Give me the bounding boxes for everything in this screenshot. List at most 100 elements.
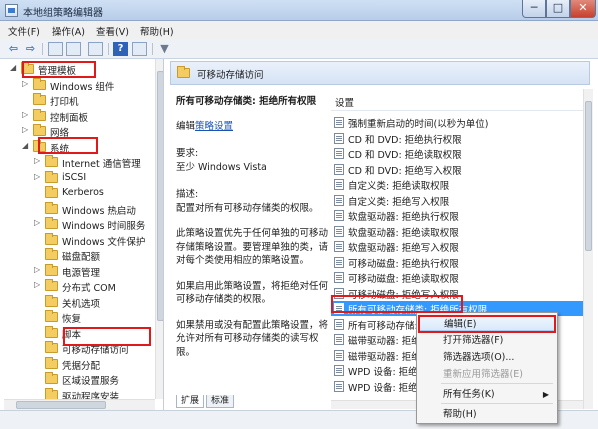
close-button[interactable]: ✕	[570, 0, 596, 18]
expand-arrow-icon[interactable]: ◢	[10, 63, 18, 72]
tree-item-label: 磁盘配额	[62, 252, 101, 263]
setting-row[interactable]: 自定义类: 拒绝读取权限	[331, 177, 583, 192]
policy-setting-icon	[334, 256, 344, 268]
policy-setting-icon	[334, 179, 344, 190]
setting-row[interactable]: 强制重新启动的时间(以秒为单位)	[331, 115, 583, 130]
filter-icon[interactable]: ▼	[157, 42, 172, 56]
tree-item-label: Kerberos	[62, 187, 104, 198]
description-pane: 所有可移动存储类: 拒绝所有权限 编辑策略设置 要求: 至少 Windows V…	[176, 95, 328, 400]
folder-icon	[33, 77, 46, 90]
policy-setting-icon	[334, 349, 344, 361]
folder-icon	[21, 62, 34, 74]
policy-setting-icon	[334, 303, 344, 314]
context-menu-item[interactable]: 筛选器选项(O)...	[419, 350, 555, 365]
forward-arrow-icon[interactable]: ⇨	[23, 42, 38, 56]
context-menu-item[interactable]: 编辑(E)	[419, 316, 555, 331]
toolbar-separator	[108, 43, 109, 55]
expand-arrow-icon[interactable]: ▷	[22, 125, 30, 134]
setting-label: 强制重新启动的时间(以秒为单位)	[348, 119, 489, 130]
menu-view[interactable]: 查看(V)	[96, 24, 129, 38]
show-tree-icon[interactable]	[66, 42, 81, 56]
folder-icon	[33, 108, 46, 121]
setting-row[interactable]: 可移动磁盘: 拒绝执行权限	[331, 255, 583, 270]
folder-icon	[45, 279, 58, 291]
description-text: 配置对所有可移动存储类的权限。	[176, 202, 319, 214]
help-icon[interactable]: ?	[113, 42, 128, 56]
folder-icon	[45, 217, 58, 229]
policy-setting-icon	[334, 117, 344, 128]
menu-file[interactable]: 文件(F)	[8, 24, 40, 38]
setting-row[interactable]: CD 和 DVD: 拒绝执行权限	[331, 131, 583, 146]
expand-arrow-icon[interactable]: ▷	[22, 79, 30, 88]
context-menu-label: 帮助(H)	[443, 409, 477, 420]
tree-horizontal-scrollbar[interactable]	[4, 399, 155, 410]
settings-column-header[interactable]: 设置	[331, 95, 583, 111]
context-menu-item[interactable]: 帮助(H)	[419, 407, 555, 422]
folder-icon	[45, 356, 58, 369]
description-text: 如果启用此策略设置，将拒绝对任何可移动存储类的权限。	[176, 280, 329, 306]
setting-row[interactable]: 软盘驱动器: 拒绝读取权限	[331, 224, 583, 239]
setting-label: 软盘驱动器: 拒绝读取权限	[348, 227, 459, 239]
setting-row[interactable]: 软盘驱动器: 拒绝执行权限	[331, 208, 583, 223]
expand-arrow-icon[interactable]: ▷	[22, 110, 30, 119]
folder-icon	[45, 372, 58, 384]
policy-setting-icon	[334, 148, 344, 159]
folder-icon	[177, 66, 190, 78]
expand-arrow-icon[interactable]: ▷	[34, 218, 42, 227]
edit-policy-link[interactable]: 策略设置	[195, 121, 233, 132]
context-menu-item[interactable]: 所有任务(K) ▶	[419, 387, 555, 402]
description-text: 此策略设置优先于任何单独的可移动存储策略设置。要管理单独的类，请对每个类使用相应…	[176, 228, 329, 266]
context-menu-item: 重新应用筛选器(E)	[419, 367, 555, 382]
setting-row[interactable]: 可移动磁盘: 拒绝写入权限	[331, 286, 583, 301]
setting-row[interactable]: 软盘驱动器: 拒绝写入权限	[331, 239, 583, 254]
tree-item-label: Windows 热启动	[62, 205, 136, 217]
tree-item-label: 管理模板	[38, 66, 77, 77]
folder-icon	[45, 325, 58, 338]
setting-row[interactable]: CD 和 DVD: 拒绝读取权限	[331, 146, 583, 161]
setting-label: 可移动磁盘: 拒绝执行权限	[348, 258, 459, 270]
expand-arrow-icon[interactable]: ◢	[22, 141, 30, 150]
edit-line: 编辑策略设置	[176, 120, 328, 134]
tab-standard[interactable]: 标准	[206, 395, 235, 408]
folder-icon	[45, 310, 58, 322]
folder-icon	[45, 201, 58, 214]
back-arrow-icon[interactable]: ⇦	[6, 42, 21, 56]
expand-arrow-icon[interactable]: ▷	[34, 172, 42, 181]
setting-row[interactable]: 可移动磁盘: 拒绝读取权限	[331, 270, 583, 285]
setting-row[interactable]: CD 和 DVD: 拒绝写入权限	[331, 162, 583, 177]
settings-vertical-scrollbar[interactable]	[583, 89, 593, 409]
menu-help[interactable]: 帮助(H)	[140, 24, 174, 38]
scroll-thumb[interactable]	[585, 101, 592, 251]
folder-icon	[45, 155, 58, 167]
minimize-button[interactable]: ─	[522, 0, 546, 18]
context-menu-label: 编辑(E)	[444, 319, 477, 330]
toolbar-separator	[152, 43, 153, 55]
expand-arrow-icon[interactable]: ▷	[34, 265, 42, 274]
scroll-thumb[interactable]	[16, 401, 106, 409]
tree-item-label: 凭据分配	[62, 360, 101, 372]
expand-arrow-icon[interactable]: ▷	[34, 156, 42, 165]
maximize-button[interactable]: □	[546, 0, 570, 18]
context-menu-label: 打开筛选器(F)	[443, 335, 504, 346]
title-bar: 本地组策略编辑器 ─ □ ✕	[0, 0, 598, 21]
context-menu-item[interactable]: 打开筛选器(F)	[419, 333, 555, 348]
setting-label: CD 和 DVD: 拒绝执行权限	[348, 134, 462, 146]
tree-item-label: 关机选项	[62, 298, 101, 310]
menu-action[interactable]: 操作(A)	[52, 24, 85, 38]
policy-setting-icon	[334, 132, 344, 144]
scroll-thumb[interactable]	[157, 71, 163, 321]
setting-row[interactable]: 自定义类: 拒绝写入权限	[331, 193, 583, 208]
tree-vertical-scrollbar[interactable]	[155, 59, 163, 399]
tab-extended[interactable]: 扩展	[176, 395, 205, 408]
tree-item-label: 分布式 COM	[62, 283, 116, 294]
policy-setting-icon	[334, 241, 344, 252]
app-icon	[5, 4, 18, 17]
policy-setting-icon	[334, 272, 344, 283]
tree-item-label: 区域设置服务	[62, 376, 120, 387]
context-menu-label: 重新应用筛选器(E)	[443, 369, 523, 380]
policy-setting-icon	[334, 318, 344, 330]
expand-arrow-icon[interactable]: ▷	[34, 280, 42, 289]
export-list-icon[interactable]	[88, 42, 103, 56]
properties-icon[interactable]	[132, 42, 147, 56]
folder-up-icon[interactable]	[48, 42, 63, 56]
